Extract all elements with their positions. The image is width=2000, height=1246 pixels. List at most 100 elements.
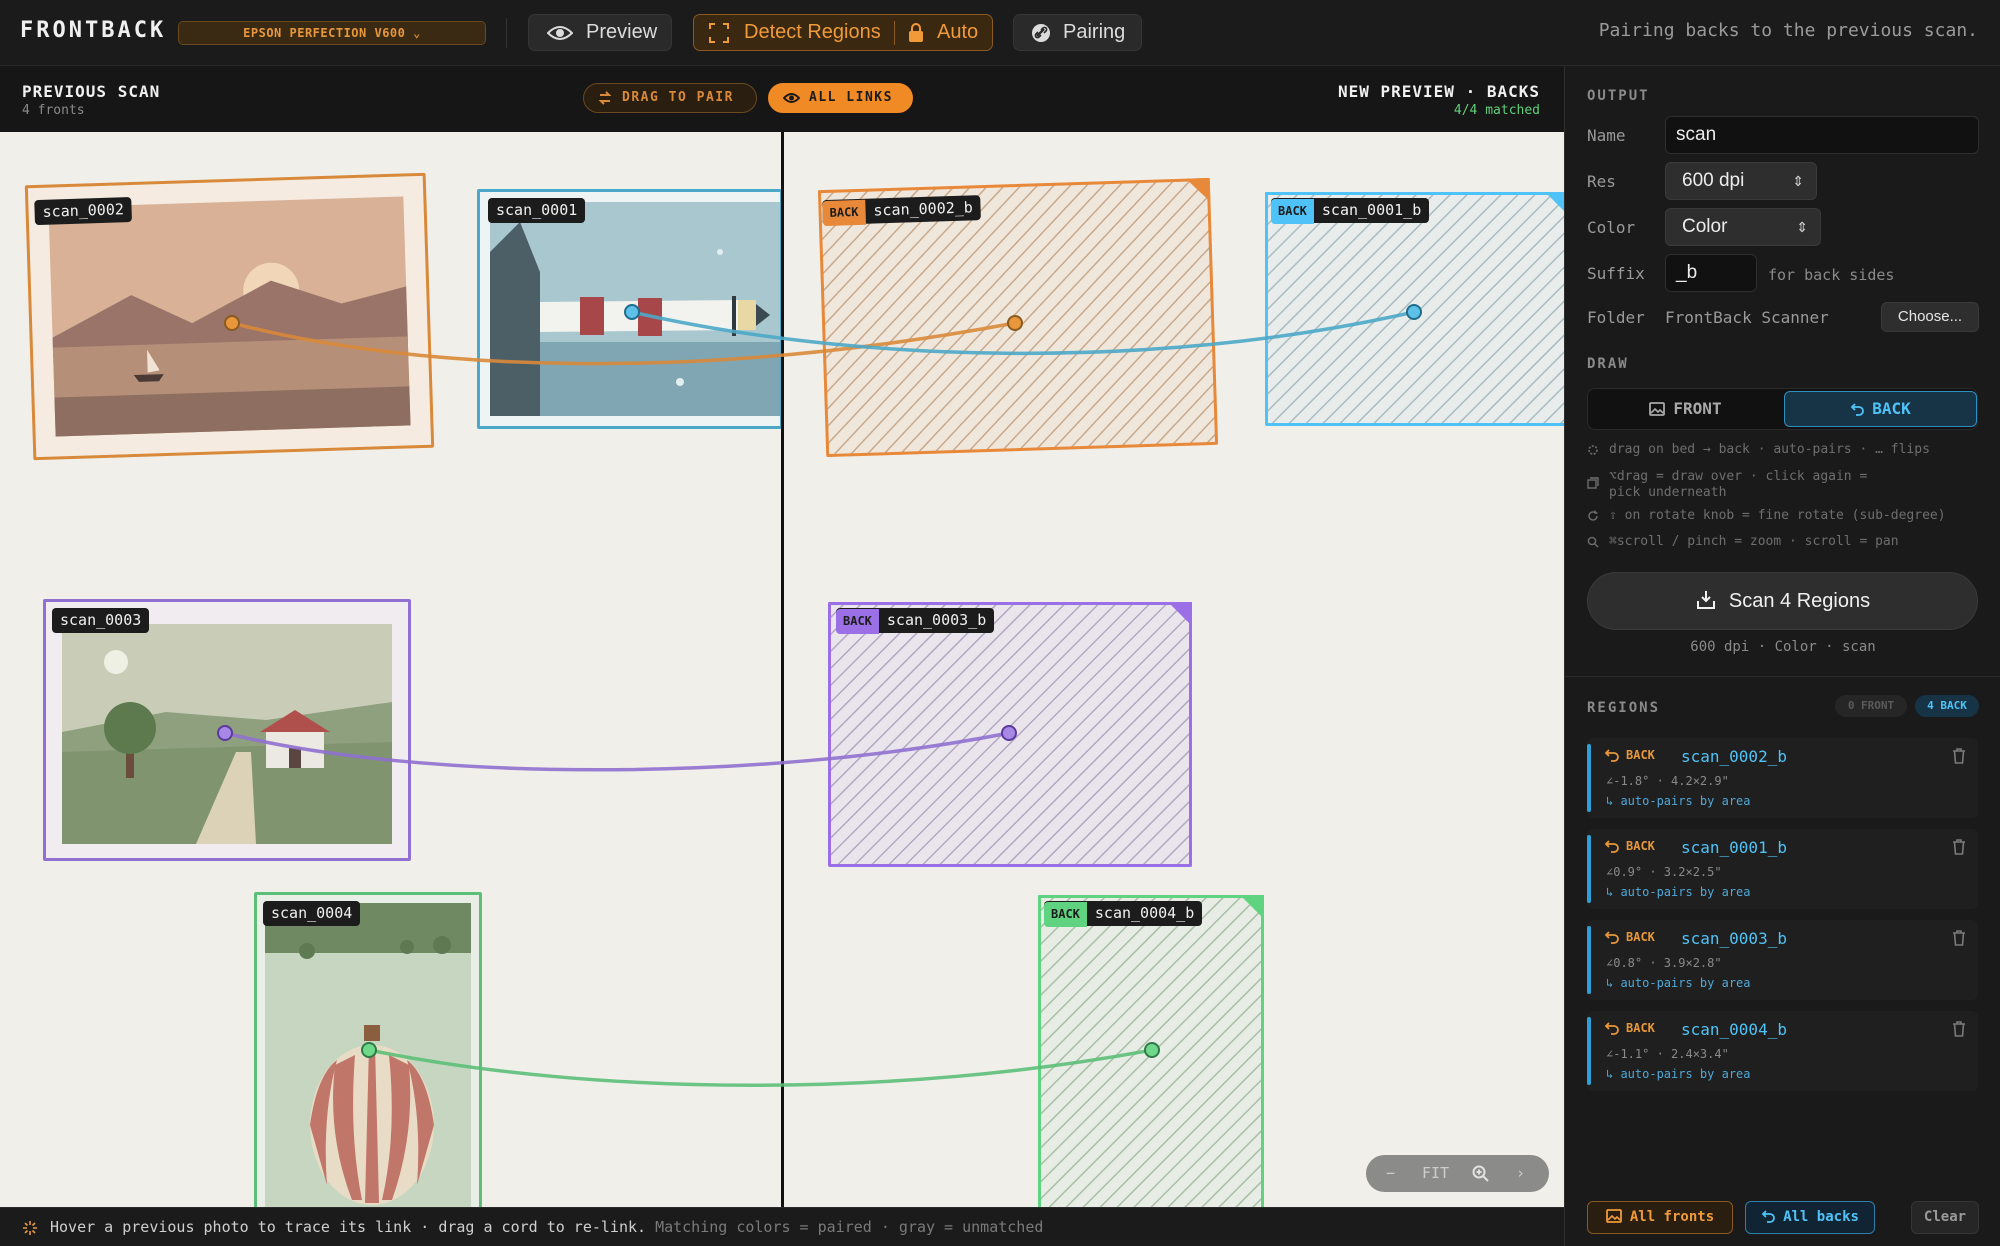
zoom-control[interactable]: − FIT › <box>1366 1155 1549 1192</box>
draw-section-title: DRAW <box>1587 356 1629 372</box>
scanner-select[interactable]: EPSON PERFECTION V600 ⌄ <box>178 21 486 45</box>
eye-icon <box>547 26 573 40</box>
drag-to-pair-label: DRAG TO PAIR <box>622 90 734 105</box>
color-label: Color <box>1587 218 1636 237</box>
zoom-out-button[interactable]: − <box>1386 1155 1395 1192</box>
trash-icon[interactable] <box>1952 930 1966 946</box>
all-backs-label: All backs <box>1783 1209 1859 1225</box>
cord-scan-0003 <box>224 731 1010 772</box>
region-pairing: ↳ auto-pairs by area <box>1606 794 1751 808</box>
region-accent-bar <box>1587 926 1591 994</box>
sparkle-icon <box>23 1221 37 1235</box>
region-pairing: ↳ auto-pairs by area <box>1606 885 1751 899</box>
gear-icon <box>1588 445 1598 455</box>
scan-regions-label: Scan 4 Regions <box>1728 590 1871 612</box>
draw-front-option[interactable]: FRONT <box>1590 391 1781 427</box>
trash-icon[interactable] <box>1952 748 1966 764</box>
previous-scan-count: 4 fronts <box>22 103 85 118</box>
front-count-pill[interactable]: 0 FRONT <box>1835 695 1907 717</box>
detect-regions-button[interactable]: Detect Regions Auto <box>693 14 993 51</box>
pairing-cords[interactable] <box>0 132 1564 1207</box>
trash-icon[interactable] <box>1952 839 1966 855</box>
flip-back-icon <box>1850 403 1865 416</box>
scan-bed-canvas[interactable]: scan_0002 scan_0001 scan_0003 scan_0004 … <box>0 132 1564 1207</box>
region-badge-label: BACK <box>1626 1021 1655 1035</box>
region-pairing: ↳ auto-pairs by area <box>1606 1067 1751 1081</box>
draw-back-option[interactable]: BACK <box>1784 391 1977 427</box>
suffix-hint: for back sides <box>1768 266 1895 284</box>
status-legend: Matching colors = paired · gray = unmatc… <box>655 1218 1044 1236</box>
folder-label: Folder <box>1587 308 1645 327</box>
settings-sidebar: OUTPUT Name scan Res 600 dpi ⇕ Color Colo… <box>1564 66 2000 1246</box>
all-links-pill[interactable]: ALL LINKS <box>768 83 913 113</box>
swap-icon <box>598 91 612 105</box>
link-icon <box>1032 24 1050 42</box>
cord-endpoint <box>361 1042 377 1058</box>
flip-back-icon <box>1604 1022 1619 1035</box>
flip-back-icon <box>1604 840 1619 853</box>
top-toolbar: FRONTBACK EPSON PERFECTION V600 ⌄ Previe… <box>0 0 2000 66</box>
resolution-select[interactable]: 600 dpi ⇕ <box>1665 162 1817 200</box>
zoom-fit-button[interactable]: FIT <box>1422 1155 1449 1192</box>
scan-regions-button[interactable]: Scan 4 Regions <box>1587 572 1978 630</box>
hint-fine-rotate: ⇧ on rotate knob = fine rotate (sub-degr… <box>1609 508 1946 523</box>
region-badge: BACK <box>1604 748 1655 762</box>
region-badge-label: BACK <box>1626 930 1655 944</box>
all-fronts-button[interactable]: All fronts <box>1587 1201 1733 1234</box>
trash-icon[interactable] <box>1952 1021 1966 1037</box>
region-accent-bar <box>1587 835 1591 903</box>
choose-folder-button[interactable]: Choose... <box>1881 302 1979 332</box>
cord-endpoint <box>1144 1042 1160 1058</box>
output-section-title: OUTPUT <box>1587 88 1650 104</box>
app-brand: FRONTBACK <box>20 18 167 43</box>
pairing-label: Pairing <box>1063 21 1126 43</box>
matched-count: 4/4 matched <box>1453 103 1540 118</box>
region-meta: ∠0.9° · 3.2×2.5" <box>1606 865 1722 879</box>
zoom-icon <box>1587 536 1599 548</box>
region-meta: ∠0.8° · 3.9×2.8" <box>1606 956 1722 970</box>
region-card[interactable]: BACK scan_0004_b ∠-1.1° · 2.4×3.4" ↳ aut… <box>1587 1011 1978 1091</box>
region-card[interactable]: BACK scan_0003_b ∠0.8° · 3.9×2.8" ↳ auto… <box>1587 920 1978 1000</box>
region-meta: ∠-1.8° · 4.2×2.9" <box>1606 774 1729 788</box>
zoom-more-button[interactable]: › <box>1516 1155 1525 1192</box>
all-backs-button[interactable]: All backs <box>1745 1201 1875 1234</box>
previous-scan-title: PREVIOUS SCAN <box>22 82 161 101</box>
frame-corners-icon <box>709 23 729 43</box>
region-badge: BACK <box>1604 1021 1655 1035</box>
chevron-updown-icon: ⇕ <box>1792 173 1804 189</box>
region-card[interactable]: BACK scan_0002_b ∠-1.8° · 4.2×2.9" ↳ aut… <box>1587 738 1978 818</box>
status-hint: Hover a previous photo to trace its link… <box>50 1218 647 1236</box>
all-links-label: ALL LINKS <box>809 90 893 105</box>
zoom-in-icon[interactable] <box>1472 1165 1489 1182</box>
drag-to-pair-pill[interactable]: DRAG TO PAIR <box>583 83 757 113</box>
draw-mode-toggle[interactable]: FRONT BACK <box>1587 388 1978 430</box>
cord-endpoint <box>224 315 240 331</box>
copy-icon <box>1587 477 1599 489</box>
image-icon <box>1605 1209 1622 1223</box>
region-badge-label: BACK <box>1626 839 1655 853</box>
pairing-button[interactable]: Pairing <box>1013 14 1142 51</box>
back-count-pill[interactable]: 4 BACK <box>1915 695 1979 717</box>
region-badge: BACK <box>1604 839 1655 853</box>
region-card[interactable]: BACK scan_0001_b ∠0.9° · 3.2×2.5" ↳ auto… <box>1587 829 1978 909</box>
name-input[interactable]: scan <box>1665 116 1979 154</box>
detect-label: Detect Regions <box>744 21 881 43</box>
image-icon <box>1649 402 1666 416</box>
new-preview-title: NEW PREVIEW · BACKS <box>1337 82 1540 101</box>
cord-endpoint <box>1406 304 1422 320</box>
name-label: Name <box>1587 126 1626 145</box>
region-badge: BACK <box>1604 930 1655 944</box>
region-name: scan_0003_b <box>1681 929 1787 948</box>
auto-toggle[interactable]: Auto <box>937 15 978 50</box>
flip-back-icon <box>1604 749 1619 762</box>
suffix-input[interactable]: _b <box>1665 254 1757 292</box>
res-label: Res <box>1587 172 1616 191</box>
chevron-updown-icon: ⇕ <box>1796 219 1808 235</box>
folder-path: FrontBack Scanner <box>1665 308 1829 327</box>
color-mode-select[interactable]: Color ⇕ <box>1665 208 1821 246</box>
preview-button[interactable]: Preview <box>528 14 672 51</box>
clear-button[interactable]: Clear <box>1911 1201 1979 1234</box>
rotate-icon <box>1588 510 1598 521</box>
cord-scan-0002 <box>231 321 1016 366</box>
cord-endpoint <box>1001 725 1017 741</box>
